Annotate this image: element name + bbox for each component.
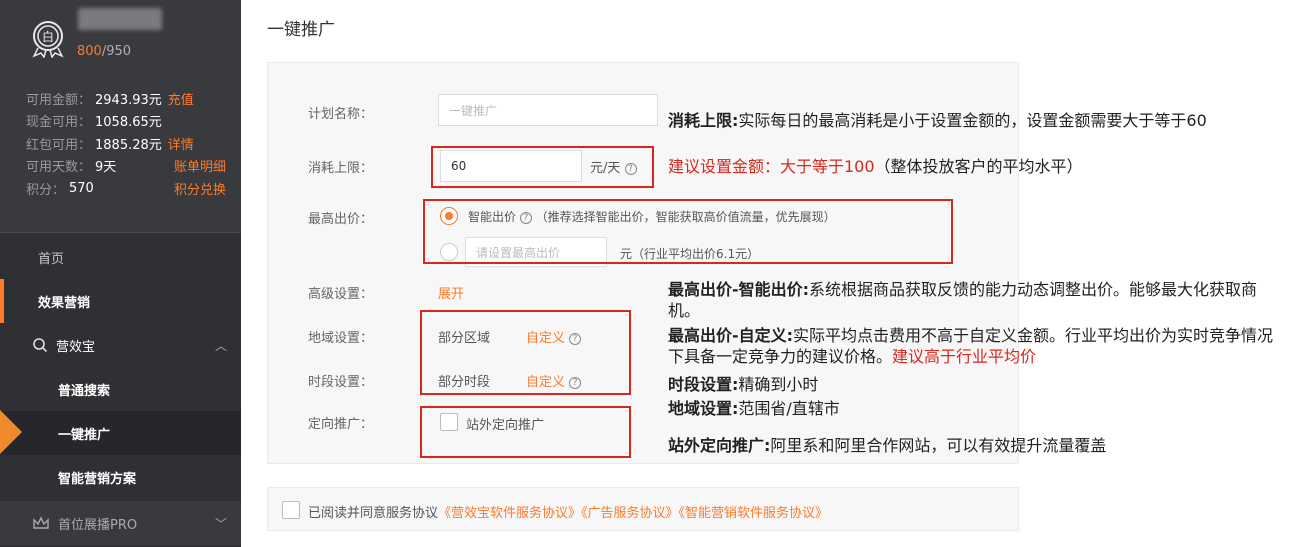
annotation-budget: 消耗上限:实际每日的最高消耗是小于设置金额的，设置金额需要大于等于60 (668, 110, 1268, 131)
annotation-custom-bid: 最高出价-自定义:实际平均点击费用不高于自定义金额。行业平均出价为实时竞争情况下… (668, 325, 1288, 367)
chevron-down-icon: ﹀ (214, 517, 227, 531)
annotation-text: 实际每日的最高消耗是小于设置金额的，设置金额需要大于等于60 (738, 111, 1207, 130)
recharge-link[interactable]: 充值 (168, 89, 194, 108)
account-row-balance: 可用金额： 2943.93元 充值 (26, 87, 226, 110)
account-row-cash: 现金可用： 1058.65元 (26, 110, 226, 133)
value: 1058.65元 (95, 115, 162, 131)
annotation-box-region-time (420, 310, 631, 395)
bill-detail-link[interactable]: 账单明细 (174, 156, 226, 175)
username-blurred (78, 8, 162, 30)
time-label: 时段设置： (308, 375, 374, 390)
annotation-suggest: 建议设置金额：大于等于100 (668, 157, 875, 176)
sidebar-item-normal-search[interactable]: 普通搜索 (0, 367, 241, 411)
sidebar-item-home[interactable]: 首页 (0, 235, 241, 279)
plan-name-label: 计划名称： (308, 107, 374, 122)
annotation-box-bid (423, 199, 953, 264)
sidebar-item-label: 首位展播PRO (58, 517, 138, 533)
plan-name-input[interactable]: 一键推广 (438, 94, 658, 126)
account-row-points: 积分： 570 积分兑换 (26, 177, 226, 200)
sidebar-item-label: 效果营销 (38, 295, 91, 311)
agreement-bar: 已阅读并同意服务协议《营效宝软件服务协议》《广告服务协议》《智能营销软件服务协议… (267, 487, 1019, 531)
level-badge-icon: 白 (32, 21, 64, 58)
svg-text:白: 白 (42, 29, 54, 44)
account-row-redpacket: 红包可用： 1885.28元 详情 (26, 132, 226, 155)
annotation-title: 最高出价-自定义: (668, 326, 794, 345)
page-title: 一键推广 (267, 20, 335, 40)
search-icon (33, 338, 48, 353)
annotation-title: 最高出价-智能出价: (668, 280, 810, 299)
label: 现金可用： (26, 115, 92, 131)
annotation-title: 地域设置: (668, 399, 739, 418)
annotation-budget-suggest: 建议设置金额：大于等于100（整体投放客户的平均水平） (668, 156, 1288, 177)
label: 积分： (26, 182, 66, 198)
sidebar-item-smart-plan[interactable]: 智能营销方案 (0, 455, 241, 499)
value: 9天 (95, 160, 117, 176)
budget-label: 消耗上限： (308, 161, 374, 176)
annotation-text: 精确到小时 (738, 375, 819, 394)
points-exchange-link[interactable]: 积分兑换 (174, 179, 226, 198)
sidebar-item-top-pro[interactable]: 首位展播PRO ﹀ (0, 501, 241, 545)
agreement-links[interactable]: 《营效宝软件服务协议》《广告服务协议》《智能营销软件服务协议》 (438, 506, 828, 521)
chevron-up-icon: ︿ (214, 339, 227, 353)
pointer-arrow-icon (0, 410, 22, 454)
sidebar-item-label: 营效宝 (56, 339, 96, 355)
account-panel: 白 800/950 可用金额： 2943.93元 充值 现金可用： 1058.6… (0, 0, 241, 233)
annotation-region: 地域设置:范围省/直辖市 (668, 398, 1268, 419)
active-indicator (0, 279, 4, 323)
label: 红包可用： (26, 137, 92, 153)
annotation-title: 时段设置: (668, 375, 739, 394)
value: 570 (69, 180, 94, 196)
agreement-label: 已阅读并同意服务协议 (308, 506, 439, 521)
agreement-text: 已阅读并同意服务协议《营效宝软件服务协议》《广告服务协议》《智能营销软件服务协议… (308, 502, 828, 521)
annotation-offsite: 站外定向推广:阿里系和阿里合作网站，可以有效提升流量覆盖 (668, 435, 1268, 456)
sidebar: 白 800/950 可用金额： 2943.93元 充值 现金可用： 1058.6… (0, 0, 241, 547)
advanced-expand-link[interactable]: 展开 (438, 283, 464, 302)
annotation-text: 范围省/直辖市 (738, 399, 840, 418)
annotation-note: （整体投放客户的平均水平） (874, 157, 1083, 176)
label: 可用金额： (26, 92, 92, 108)
sidebar-item-yingxiaobao[interactable]: 营效宝 ︿ (0, 323, 241, 367)
detail-link[interactable]: 详情 (168, 134, 194, 153)
annotation-box-budget (431, 146, 654, 188)
sidebar-item-label: 普通搜索 (58, 383, 111, 399)
sidebar-item-label: 智能营销方案 (58, 471, 137, 487)
sidebar-item-one-click[interactable]: 一键推广 (0, 411, 241, 455)
crown-icon (33, 516, 49, 529)
score: 800/950 (77, 44, 131, 59)
score-total: /950 (101, 44, 132, 59)
account-info: 可用金额： 2943.93元 充值 现金可用： 1058.65元 红包可用： 1… (26, 87, 226, 200)
annotation-title: 消耗上限: (668, 111, 739, 130)
score-current: 800 (77, 44, 102, 59)
agreement-checkbox[interactable] (282, 501, 300, 519)
annotation-smart-bid: 最高出价-智能出价:系统根据商品获取反馈的能力动态调整出价。能够最大化获取商机。 (668, 279, 1283, 321)
sidebar-item-effect-marketing[interactable]: 效果营销 (0, 279, 241, 323)
value: 2943.93元 (95, 92, 162, 108)
region-label: 地域设置： (308, 331, 374, 346)
targeting-label: 定向推广： (308, 417, 374, 432)
bid-label: 最高出价： (308, 212, 374, 227)
annotation-time: 时段设置:精确到小时 (668, 374, 1268, 395)
annotation-suggest: 建议高于行业平均价 (892, 347, 1037, 366)
annotation-box-targeting (420, 406, 631, 458)
account-row-days: 可用天数： 9天 账单明细 (26, 155, 226, 178)
annotation-text: 阿里系和阿里合作网站，可以有效提升流量覆盖 (770, 436, 1107, 455)
value: 1885.28元 (95, 137, 162, 153)
advanced-label: 高级设置： (308, 287, 374, 302)
sidebar-item-label: 首页 (38, 251, 65, 267)
sidebar-item-label: 一键推广 (58, 427, 111, 443)
label: 可用天数： (26, 160, 92, 176)
annotation-title: 站外定向推广: (668, 436, 771, 455)
